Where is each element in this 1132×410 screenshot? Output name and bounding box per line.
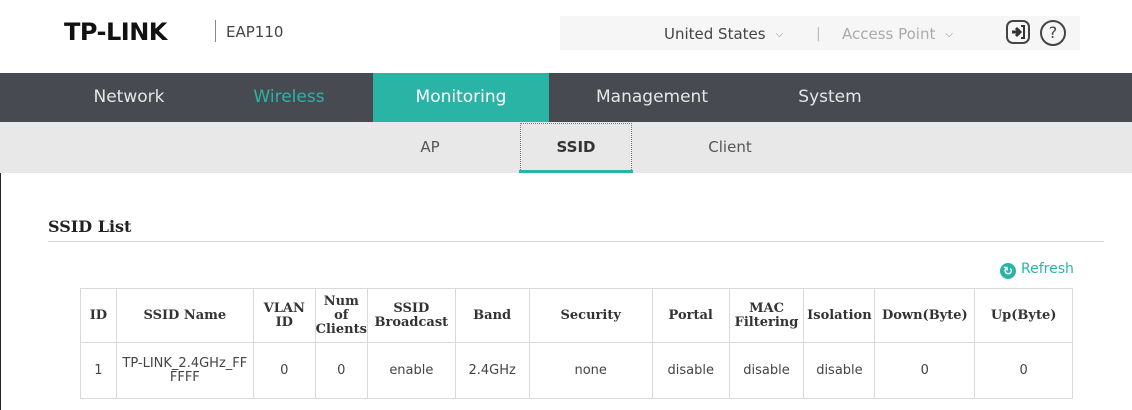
cell-isolation: disable bbox=[803, 342, 876, 399]
table-header-row: ID SSID Name VLAN ID Num of Clients SSID… bbox=[80, 288, 1073, 343]
cell-up-byte: 0 bbox=[974, 342, 1073, 399]
cell-mac-filtering: disable bbox=[728, 342, 805, 399]
help-icon[interactable]: ? bbox=[1040, 20, 1066, 46]
region-label: United States bbox=[664, 25, 766, 43]
cell-security: none bbox=[528, 342, 653, 399]
mode-select[interactable]: Access Point ⌵ bbox=[842, 25, 953, 43]
nav-network[interactable]: Network bbox=[64, 73, 194, 122]
tab-ssid[interactable]: SSID bbox=[519, 122, 633, 173]
col-header-mac-filtering: MAC Filtering bbox=[728, 288, 805, 343]
col-header-down-byte: Down(Byte) bbox=[874, 288, 976, 343]
col-header-portal: Portal bbox=[651, 288, 730, 343]
nav-monitoring[interactable]: Monitoring bbox=[373, 73, 549, 122]
table-row: 1 TP-LINK_2.4GHz_FFFFFF 0 0 enable 2.4GH… bbox=[80, 342, 1073, 399]
main-nav: Network Wireless Monitoring Management S… bbox=[0, 73, 1132, 122]
col-header-isolation: Isolation bbox=[803, 288, 876, 343]
col-header-up-byte: Up(Byte) bbox=[974, 288, 1073, 343]
cell-ssid-name: TP-LINK_2.4GHz_FFFFFF bbox=[115, 342, 254, 399]
logout-icon[interactable] bbox=[1006, 20, 1030, 44]
chevron-down-icon: ⌵ bbox=[945, 29, 953, 40]
col-header-vlan-id: VLAN ID bbox=[252, 288, 316, 343]
tab-ap[interactable]: AP bbox=[390, 122, 470, 173]
cell-id: 1 bbox=[80, 342, 117, 399]
sub-nav: AP SSID Client bbox=[0, 122, 1132, 173]
logo-divider bbox=[215, 20, 216, 42]
cell-ssid-broadcast: enable bbox=[366, 342, 456, 399]
col-header-num-clients: Num of Clients bbox=[314, 288, 368, 343]
region-select[interactable]: United States ⌵ bbox=[664, 25, 783, 43]
mode-label: Access Point bbox=[842, 25, 936, 43]
refresh-icon: ↻ bbox=[1000, 263, 1016, 279]
col-header-band: Band bbox=[454, 288, 530, 343]
logout-arrow-icon bbox=[1012, 25, 1025, 39]
cell-num-clients: 0 bbox=[314, 342, 368, 399]
col-header-id: ID bbox=[80, 288, 117, 343]
model-name: EAP110 bbox=[226, 23, 284, 41]
brand-logo: TP-LINK bbox=[64, 18, 167, 46]
header-separator: | bbox=[816, 26, 821, 42]
refresh-button[interactable]: ↻ Refresh bbox=[1000, 261, 1074, 279]
nav-management[interactable]: Management bbox=[582, 73, 722, 122]
col-header-security: Security bbox=[528, 288, 653, 343]
cell-band: 2.4GHz bbox=[454, 342, 530, 399]
cell-portal: disable bbox=[651, 342, 730, 399]
section-divider bbox=[48, 241, 1104, 242]
tab-client[interactable]: Client bbox=[690, 122, 770, 173]
ssid-table: ID SSID Name VLAN ID Num of Clients SSID… bbox=[80, 288, 1073, 399]
col-header-ssid-broadcast: SSID Broadcast bbox=[366, 288, 456, 343]
cell-down-byte: 0 bbox=[874, 342, 976, 399]
nav-system[interactable]: System bbox=[765, 73, 895, 122]
nav-wireless[interactable]: Wireless bbox=[224, 73, 354, 122]
cell-vlan-id: 0 bbox=[252, 342, 316, 399]
header: TP-LINK EAP110 United States ⌵ | Access P… bbox=[0, 0, 1132, 73]
col-header-ssid-name: SSID Name bbox=[115, 288, 254, 343]
chevron-down-icon: ⌵ bbox=[775, 29, 784, 40]
section-title: SSID List bbox=[48, 217, 132, 236]
refresh-label: Refresh bbox=[1021, 261, 1074, 277]
